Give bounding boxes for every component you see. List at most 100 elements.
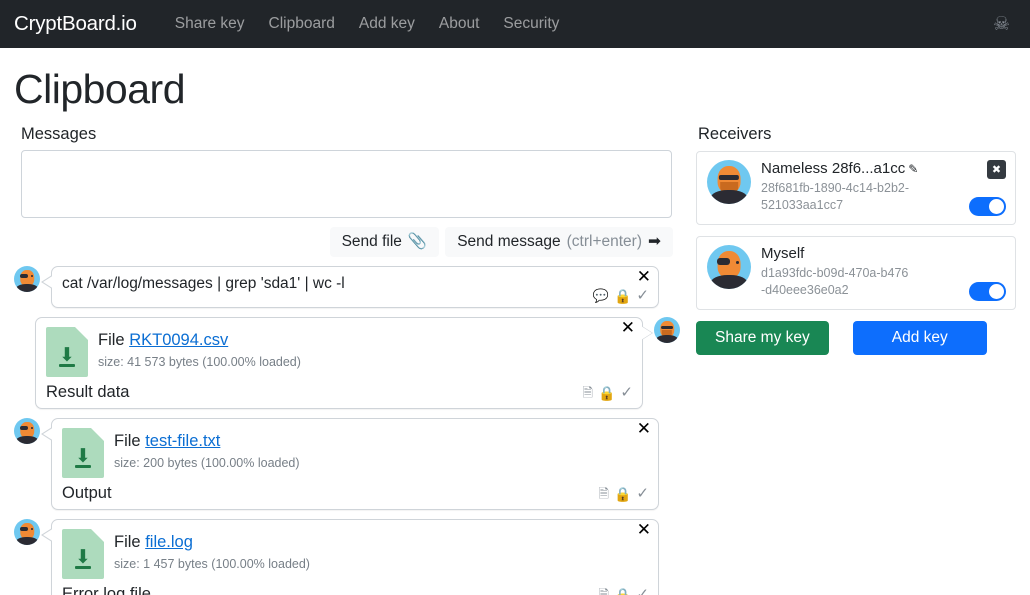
receivers-title: Receivers — [698, 125, 772, 143]
message-footer: Error log file 🗎 🔒 ✓ — [52, 583, 658, 595]
receiver-id: 28f681fb-1890-4c14-b2b2-521033aa1cc7 — [761, 181, 910, 212]
file-attachment: ⬇ File test-file.txt size: 200 bytes (10… — [52, 419, 658, 482]
send-file-button[interactable]: Send file 📎 — [329, 227, 440, 257]
message-bubble: ✕ ⬇ File file.log size: 1 457 bytes (100… — [41, 519, 659, 595]
share-my-key-button[interactable]: Share my key — [696, 320, 829, 355]
file-line: File RKT0094.csv — [98, 331, 301, 351]
send-message-label: Send message — [457, 233, 561, 250]
file-download-icon[interactable]: ⬇ — [62, 529, 104, 579]
nav-link-add-key[interactable]: Add key — [347, 11, 427, 37]
delete-message-button[interactable]: ✕ — [637, 522, 651, 539]
send-message-button[interactable]: Send message (ctrl+enter) ➡ — [445, 227, 673, 257]
check-icon: ✓ — [620, 384, 633, 401]
message-body: cat /var/log/messages | grep 'sda1' | wc… — [62, 275, 345, 292]
key-actions: Share my key Add key — [696, 320, 1016, 355]
chat-bubble-icon: 💬 — [592, 288, 609, 303]
receiver-enable-toggle[interactable] — [969, 281, 1006, 301]
message-row: ✕ ⬇ File RKT0094.csv size: 41 573 bytes … — [14, 317, 680, 409]
message-body: Result data — [46, 383, 130, 401]
document-icon: 🗎 — [598, 587, 609, 595]
receiver-card: Myself d1a93fdc-b09d-470a-b476-d40eee36e… — [696, 235, 1016, 310]
green-lock-icon: 🔒 — [613, 485, 632, 502]
file-name-link[interactable]: test-file.txt — [145, 432, 220, 450]
brand-logo[interactable]: CryptBoard.io — [14, 12, 137, 36]
nav-link-share-key[interactable]: Share key — [163, 11, 257, 37]
check-icon: ✓ — [636, 287, 649, 304]
delete-message-button[interactable]: ✕ — [637, 269, 651, 286]
file-size-label: size: 41 573 bytes (100.00% loaded) — [98, 354, 301, 369]
skull-crossbones-icon[interactable]: ☠ — [993, 15, 1010, 34]
delete-message-button[interactable]: ✕ — [621, 320, 635, 337]
top-navbar: CryptBoard.io Share key Clipboard Add ke… — [0, 0, 1030, 48]
avatar-eyepatch-icon — [14, 266, 40, 292]
message-row: ✕ ⬇ File file.log size: 1 457 bytes (100… — [14, 519, 680, 595]
remove-receiver-button[interactable]: ✖ — [987, 160, 1006, 179]
messages-label: Messages — [21, 125, 97, 143]
paperclip-icon: 📎 — [407, 233, 428, 251]
receiver-name-row: Myself — [761, 245, 911, 263]
nav-links: Share key Clipboard Add key About Securi… — [163, 11, 572, 37]
page-title: Clipboard — [14, 66, 186, 112]
file-meta: File test-file.txt size: 200 bytes (100.… — [114, 428, 300, 470]
file-prefix-label: File — [114, 533, 141, 551]
receiver-card: Nameless 28f6...a1cc ✎ 28f681fb-1890-4c1… — [696, 151, 1016, 225]
document-icon: 🗎 — [582, 385, 593, 400]
green-lock-icon: 🔒 — [597, 384, 616, 401]
send-file-label: Send file — [341, 233, 402, 250]
avatar-eyepatch-icon — [707, 244, 751, 289]
message-footer: Result data 🗎 🔒 ✓ — [36, 381, 642, 408]
receiver-name-row: Nameless 28f6...a1cc ✎ — [761, 160, 918, 178]
green-lock-icon: 🔒 — [613, 586, 632, 595]
message-text-area: cat /var/log/messages | grep 'sda1' | wc… — [52, 267, 658, 307]
file-download-icon[interactable]: ⬇ — [62, 428, 104, 478]
message-status: 🗎 🔒 ✓ — [589, 486, 649, 501]
file-name-link[interactable]: file.log — [145, 533, 193, 551]
avatar-eyepatch-icon — [14, 519, 40, 545]
file-line: File test-file.txt — [114, 432, 300, 452]
message-row: ✕ ⬇ File test-file.txt size: 200 bytes (… — [14, 418, 680, 510]
add-key-button[interactable]: Add key — [852, 320, 987, 355]
avatar-eyepatch-icon — [14, 418, 40, 444]
message-footer: Output 🗎 🔒 ✓ — [52, 482, 658, 509]
compose-actions: Send file 📎 Send message (ctrl+enter) ➡ — [14, 227, 673, 257]
message-bubble: ✕ cat /var/log/messages | grep 'sda1' | … — [41, 266, 659, 308]
message-body: Output — [62, 484, 112, 502]
nav-link-about[interactable]: About — [427, 11, 492, 37]
receivers-column: Receivers Nameless 28f6...a1cc ✎ 28f681f… — [680, 125, 1016, 355]
message-row: ✕ cat /var/log/messages | grep 'sda1' | … — [14, 266, 680, 308]
avatar-sunglasses-icon — [707, 160, 751, 204]
message-body: Error log file — [62, 585, 151, 595]
nav-link-clipboard[interactable]: Clipboard — [257, 11, 347, 37]
check-icon: ✓ — [636, 586, 649, 595]
message-bubble: ✕ ⬇ File test-file.txt size: 200 bytes (… — [41, 418, 659, 510]
send-message-hint: (ctrl+enter) — [566, 233, 642, 250]
conversation-list: ✕ cat /var/log/messages | grep 'sda1' | … — [14, 266, 680, 595]
delete-message-button[interactable]: ✕ — [637, 421, 651, 438]
message-status: 🗎 🔒 ✓ — [589, 587, 649, 595]
file-size-label: size: 1 457 bytes (100.00% loaded) — [114, 556, 310, 571]
receiver-info: Nameless 28f6...a1cc ✎ 28f681fb-1890-4c1… — [761, 160, 958, 214]
check-icon: ✓ — [636, 485, 649, 502]
receiver-name: Nameless 28f6...a1cc — [761, 160, 906, 177]
file-line: File file.log — [114, 533, 310, 553]
message-input[interactable] — [21, 150, 672, 218]
receiver-info: Myself d1a93fdc-b09d-470a-b476-d40eee36e… — [761, 245, 951, 299]
file-meta: File file.log size: 1 457 bytes (100.00%… — [114, 529, 310, 571]
green-lock-icon: 🔒 — [613, 287, 632, 304]
receiver-enable-toggle[interactable] — [969, 196, 1006, 216]
document-icon: 🗎 — [598, 486, 609, 501]
page-body: Clipboard Messages Send file 📎 Send mess… — [0, 66, 1030, 595]
clipboard-column: Messages Send file 📎 Send message (ctrl+… — [14, 125, 680, 595]
message-status: 💬 🔒 ✓ — [583, 288, 649, 303]
file-prefix-label: File — [114, 432, 141, 450]
avatar-sunglasses-icon — [654, 317, 680, 343]
file-meta: File RKT0094.csv size: 41 573 bytes (100… — [98, 327, 301, 369]
edit-pencil-icon[interactable]: ✎ — [908, 162, 918, 176]
file-attachment: ⬇ File file.log size: 1 457 bytes (100.0… — [52, 520, 658, 583]
file-name-link[interactable]: RKT0094.csv — [129, 331, 228, 349]
arrow-circle-right-icon: ➡ — [648, 233, 661, 251]
nav-link-security[interactable]: Security — [491, 11, 571, 37]
main-columns: Messages Send file 📎 Send message (ctrl+… — [14, 125, 1016, 595]
file-download-icon[interactable]: ⬇ — [46, 327, 88, 377]
message-bubble: ✕ ⬇ File RKT0094.csv size: 41 573 bytes … — [35, 317, 653, 409]
